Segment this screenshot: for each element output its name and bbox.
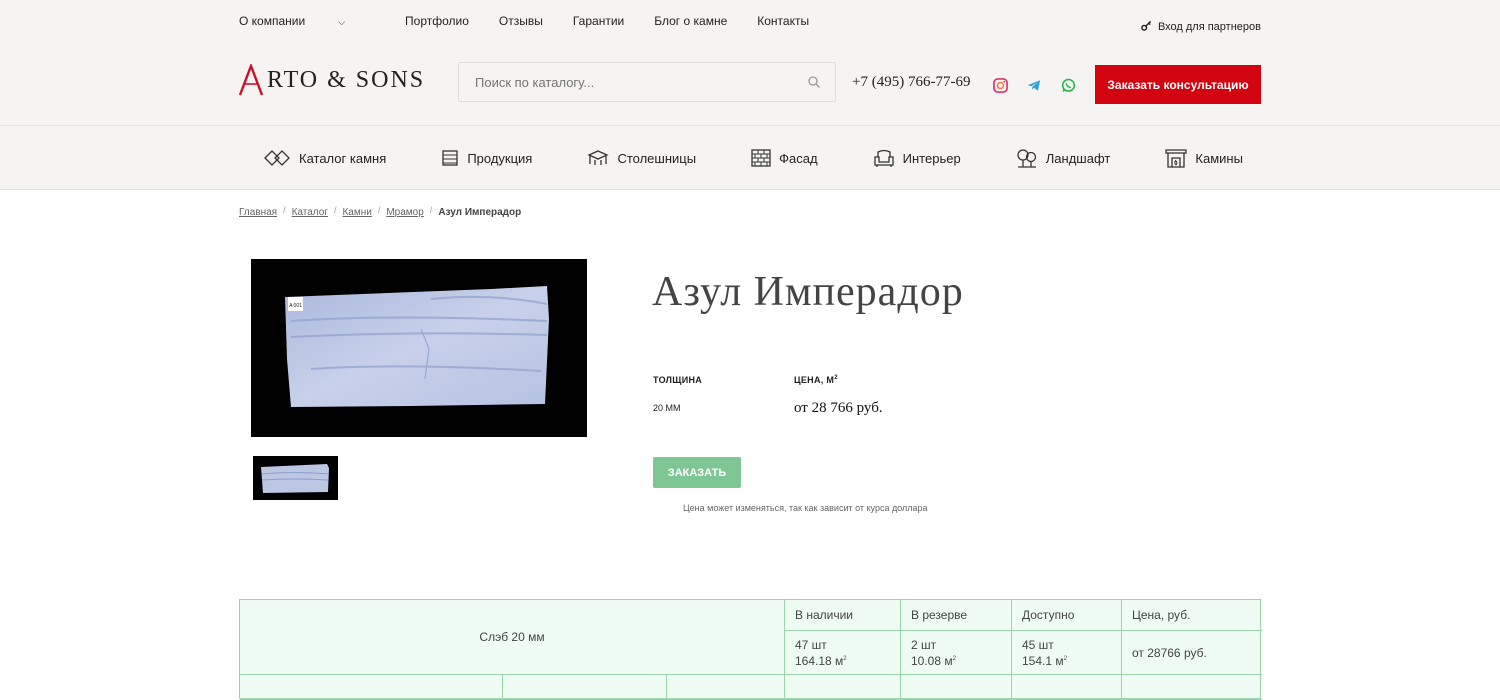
catnav-label: Продукция [467, 150, 533, 166]
header-price: Цена, руб. [1122, 600, 1262, 631]
logo-a-mark [239, 64, 263, 96]
product-main-image[interactable]: A 001 [251, 259, 587, 437]
cell-area-sup: 2 [952, 656, 956, 662]
social-links [992, 77, 1076, 93]
cell-area-text: 164.18 м [795, 654, 844, 668]
search-input[interactable] [459, 63, 835, 101]
cell-in-stock: 47 шт 164.18 м2 [785, 631, 901, 675]
cell-count: 45 шт [1022, 638, 1054, 652]
table-row-label: Слэб 20 мм [240, 600, 785, 675]
armchair-icon [874, 149, 894, 167]
header-reserved: В резерве [901, 600, 1012, 631]
partner-login[interactable]: Вход для партнеров [1141, 20, 1261, 34]
product-thumbnail[interactable] [253, 456, 338, 500]
cell-area-text: 10.08 м [911, 654, 953, 668]
brick-wall-icon [751, 149, 771, 167]
nav-blog[interactable]: Блог о камне [654, 14, 727, 28]
price-label: ЦЕНА, М2 [794, 375, 838, 385]
nav-reviews[interactable]: Отзывы [499, 14, 543, 28]
catnav-countertops[interactable]: Столешницы [587, 149, 696, 167]
search-icon[interactable] [807, 75, 821, 89]
nav-guarantees[interactable]: Гарантии [573, 14, 624, 28]
breadcrumb-catalog[interactable]: Каталог [292, 207, 328, 218]
logo[interactable]: RTO & SONS [239, 62, 425, 98]
breadcrumb-home[interactable]: Главная [239, 207, 277, 218]
search-box [458, 62, 836, 102]
fireplace-icon [1165, 149, 1188, 168]
cell-count: 47 шт [795, 638, 827, 652]
cell-area: 164.18 м2 [795, 652, 890, 668]
catnav-stone-catalog[interactable]: Каталог камня [263, 149, 386, 167]
chevron-down-icon: ⌵ [338, 17, 346, 27]
catnav-landscape[interactable]: Ландшафт [1016, 148, 1111, 168]
catnav-facade[interactable]: Фасад [751, 149, 818, 167]
breadcrumb-stones[interactable]: Камни [342, 207, 371, 218]
header-available: Доступно [1012, 600, 1122, 631]
stock-table: Слэб 20 мм В наличии В резерве Доступно … [239, 599, 1262, 700]
cell-area: 154.1 м2 [1022, 652, 1111, 668]
breadcrumb-separator: / [333, 205, 337, 215]
breadcrumb-marble[interactable]: Мрамор [386, 207, 423, 218]
catnav-interior[interactable]: Интерьер [873, 148, 961, 168]
price-note: Цена может изменяться, так как зависит о… [683, 503, 928, 513]
countertop-icon [587, 150, 610, 165]
phone-number[interactable]: +7 (495) 766-77-69 [852, 74, 970, 91]
catnav-label: Каталог камня [299, 150, 387, 166]
cell-area-text: 154.1 м [1022, 654, 1064, 668]
key-icon [1141, 20, 1152, 34]
breadcrumb-current: Азул Имперадор [438, 207, 522, 218]
cell-price: от 28766 руб. [1122, 631, 1262, 675]
cell-reserved: 2 шт 10.08 м2 [901, 631, 1012, 675]
instagram-icon[interactable] [992, 77, 1008, 93]
logo-text: RTO & SONS [267, 66, 426, 93]
price-label-sup: 2 [834, 375, 838, 381]
catnav-label: Фасад [779, 150, 818, 166]
nav-portfolio[interactable]: Портфолио [405, 14, 469, 28]
telegram-icon[interactable] [1026, 77, 1042, 93]
catnav-fireplaces[interactable]: Камины [1165, 148, 1243, 168]
top-nav: О компании ⌵ Портфолио Отзывы Гарантии Бл… [239, 14, 839, 28]
price-label-text: ЦЕНА, М [794, 375, 835, 385]
breadcrumb-separator: / [429, 205, 433, 215]
price-value: от 28 766 руб. [794, 400, 883, 416]
cell-area: 10.08 м2 [911, 652, 1001, 668]
stone-tiles-icon [264, 150, 290, 166]
catnav-label: Камины [1195, 150, 1243, 166]
marble-slab-image: A 001 [285, 286, 549, 407]
product-title: Азул Имперадор [652, 269, 964, 315]
nav-contacts[interactable]: Контакты [757, 14, 809, 28]
site-header: О компании ⌵ Портфолио Отзывы Гарантии Бл… [0, 0, 1500, 190]
thickness-value: 20 ММ [653, 403, 681, 413]
nav-about[interactable]: О компании ⌵ [239, 14, 375, 28]
category-nav: Каталог камня Продукция Столешницы Фасад… [0, 125, 1500, 190]
breadcrumb: Главная / Каталог / Камни / Мрамор / Азу… [239, 205, 522, 218]
cell-available: 45 шт 154.1 м2 [1012, 631, 1122, 675]
breadcrumb-separator: / [283, 205, 286, 215]
nav-about-label: О компании [239, 14, 306, 28]
catnav-label: Столешницы [617, 150, 697, 166]
catnav-products[interactable]: Продукция [441, 149, 532, 167]
consultation-button[interactable]: Заказать консультацию [1095, 65, 1261, 104]
slab-label: A 001 [289, 303, 302, 309]
catnav-label: Ландшафт [1045, 150, 1111, 166]
cell-area-sup: 2 [1063, 656, 1067, 662]
breadcrumb-separator: / [377, 205, 381, 215]
marble-slab-thumb [261, 464, 329, 493]
header-in-stock: В наличии [785, 600, 901, 631]
order-button[interactable]: ЗАКАЗАТЬ [653, 457, 741, 488]
whatsapp-icon[interactable] [1060, 77, 1076, 93]
catnav-label: Интерьер [902, 150, 961, 166]
cell-count: 2 шт [911, 638, 937, 652]
trees-icon [1017, 149, 1036, 168]
thickness-label: ТОЛЩИНА [653, 375, 703, 385]
slabs-stack-icon [442, 150, 458, 166]
cell-area-sup: 2 [843, 656, 847, 662]
partner-login-label: Вход для партнеров [1157, 21, 1261, 33]
